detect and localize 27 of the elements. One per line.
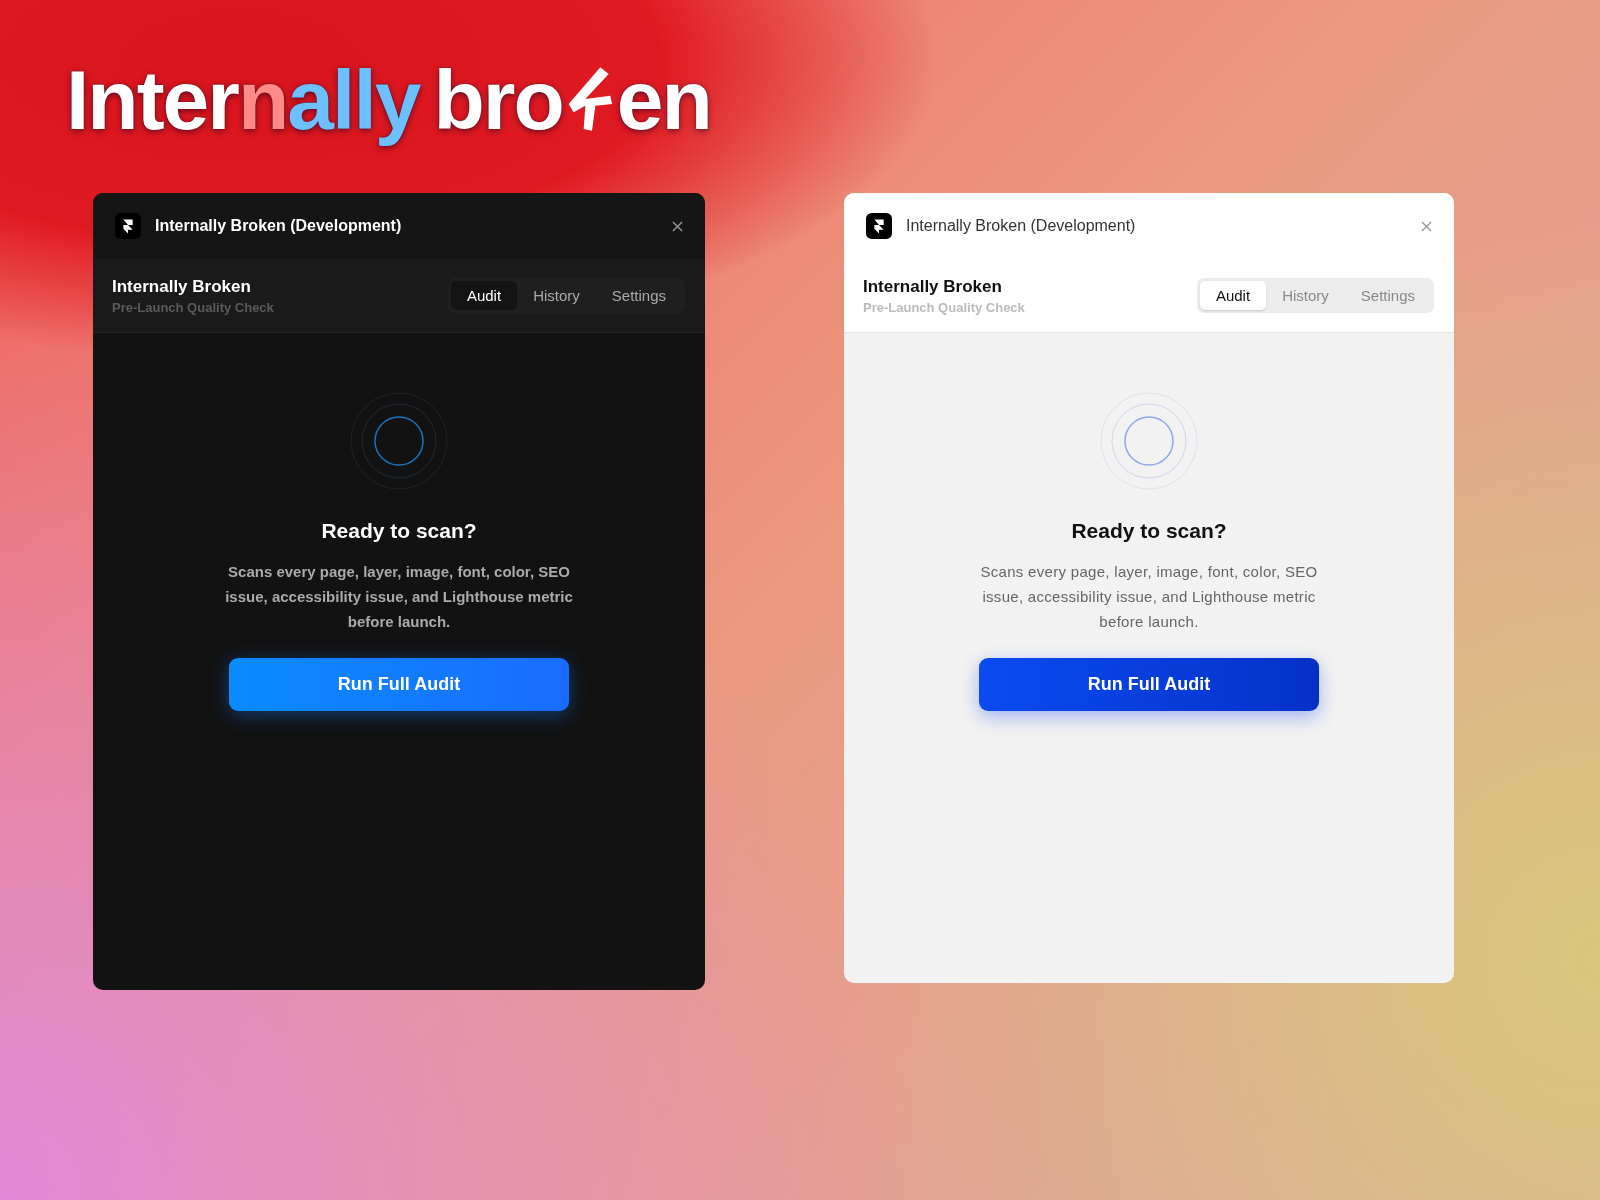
close-icon[interactable]: [1421, 220, 1432, 232]
app-name: Internally Broken: [112, 276, 252, 297]
logo-text: n: [238, 52, 288, 149]
radar-rings-icon: [1099, 391, 1199, 491]
run-audit-button[interactable]: Run Full Audit: [979, 658, 1319, 711]
empty-state-heading: Ready to scan?: [321, 519, 477, 543]
radar-rings-icon: [349, 391, 449, 491]
window-title: Internally Broken (Development): [906, 217, 1137, 235]
tab[interactable]: History: [517, 281, 596, 310]
empty-state-description: Scans every page, layer, image, font, color, SEO issue, accessibility issue, and Lighthouse metric before launch.: [224, 562, 574, 632]
close-icon[interactable]: [672, 220, 683, 232]
app-name: Internally Broken: [863, 276, 1003, 297]
tab[interactable]: Audit: [1199, 281, 1267, 310]
run-audit-button[interactable]: Run Full Audit: [229, 658, 569, 711]
logo-text: Inter: [66, 52, 239, 149]
window-title: Internally Broken (Development): [155, 217, 403, 235]
tab[interactable]: Settings: [595, 281, 682, 310]
empty-state-description: Scans every page, layer, image, font, color, SEO issue, accessibility issue, and Lighthouse metric before launch.: [979, 562, 1319, 632]
empty-state-heading: Ready to scan?: [1071, 519, 1227, 543]
logo-text: bro: [433, 52, 563, 149]
app-icon: [866, 213, 892, 239]
logo-text: ally: [287, 52, 420, 149]
app-subtitle: Pre-Launch Quality Check: [112, 299, 274, 315]
app-subtitle: Pre-Launch Quality Check: [863, 299, 1025, 315]
app-icon: [115, 213, 141, 239]
logo-text: en: [616, 52, 711, 149]
tab[interactable]: Audit: [450, 281, 518, 310]
